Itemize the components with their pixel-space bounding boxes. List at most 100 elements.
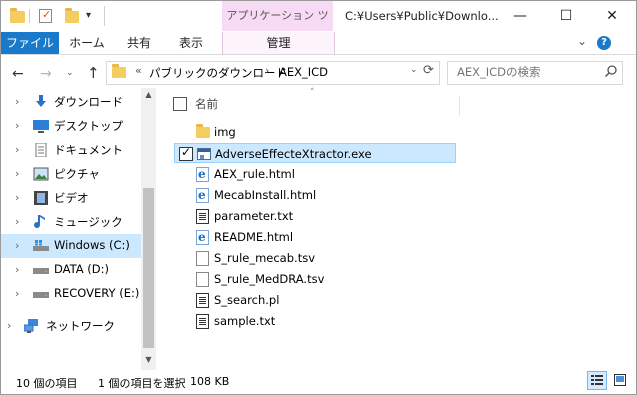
separator [104, 6, 105, 26]
text-file-icon [196, 209, 209, 224]
details-view-icon [591, 375, 603, 385]
search-box[interactable] [447, 61, 623, 85]
nav-item-music[interactable]: › ミュージック [1, 210, 141, 234]
status-selected-size: 108 KB [190, 375, 230, 388]
expand-chevron-icon[interactable]: › [15, 191, 19, 204]
expand-chevron-icon[interactable]: › [15, 119, 19, 132]
tab-file[interactable]: ファイル [1, 32, 59, 54]
html-file-icon [196, 167, 209, 182]
drive-icon [33, 268, 49, 274]
search-input[interactable] [457, 65, 597, 79]
column-divider[interactable] [459, 96, 460, 116]
file-name: parameter.txt [214, 209, 294, 223]
expand-ribbon-icon[interactable]: ⌄ [577, 34, 587, 48]
file-row-adverseeffectextractor[interactable]: AdverseEffecteXtractor.exe [174, 143, 456, 163]
select-all-checkbox[interactable] [173, 97, 187, 111]
script-file-icon [196, 293, 209, 308]
column-header-name[interactable]: 名前 [195, 96, 218, 112]
nav-label: ピクチャ [54, 167, 100, 181]
nav-label: DATA (D:) [54, 262, 109, 276]
row-checkbox[interactable] [179, 145, 193, 161]
expand-chevron-icon[interactable]: › [15, 215, 19, 228]
large-icons-view-button[interactable] [610, 371, 630, 390]
nav-item-desktop[interactable]: › デスクトップ [1, 114, 141, 138]
sort-up-icon: ˄ [310, 88, 315, 98]
address-bar[interactable]: « パブリックのダウンロード › AEX_ICD ⌄ ⟳ [106, 61, 440, 85]
file-row-readme[interactable]: README.html [174, 227, 456, 247]
file-name: img [214, 125, 236, 139]
nav-item-windows-c[interactable]: › Windows (C:) [1, 234, 141, 258]
file-name: AEX_rule.html [214, 167, 295, 181]
expand-chevron-icon[interactable]: › [15, 263, 19, 276]
nav-item-network[interactable]: › ネットワーク [1, 314, 141, 338]
breadcrumb-separator-icon[interactable]: › [265, 64, 269, 77]
address-dropdown-icon[interactable]: ⌄ [410, 65, 418, 75]
status-item-count: 10 個の項目 [16, 377, 78, 390]
file-name: S_search.pl [214, 293, 280, 307]
help-icon[interactable]: ? [597, 36, 611, 50]
blank-file-icon [196, 272, 209, 287]
refresh-button[interactable]: ⟳ [423, 63, 434, 78]
file-row-s-rule-meddra[interactable]: S_rule_MedDRA.tsv [174, 269, 456, 289]
file-row-parameter[interactable]: parameter.txt [174, 206, 456, 226]
desktop-icon [33, 120, 49, 133]
tab-home[interactable]: ホーム [67, 32, 107, 54]
file-row-s-search[interactable]: S_search.pl [174, 290, 456, 310]
videos-icon [34, 191, 48, 205]
expand-chevron-icon[interactable]: › [15, 95, 19, 108]
properties-icon[interactable]: ✓ [39, 8, 52, 23]
window-title: C:¥Users¥Public¥Downlo... [345, 9, 499, 23]
nav-item-recovery-e[interactable]: › RECOVERY (E:) [1, 282, 141, 306]
tab-share[interactable]: 共有 [121, 32, 157, 54]
application-icon [197, 148, 211, 160]
expand-chevron-icon[interactable]: › [15, 167, 19, 180]
nav-item-data-d[interactable]: › DATA (D:) [1, 258, 141, 282]
expand-chevron-icon[interactable]: › [15, 239, 19, 252]
file-name: sample.txt [214, 314, 276, 328]
blank-file-icon [196, 251, 209, 266]
nav-item-downloads[interactable]: › ダウンロード [1, 90, 141, 114]
expand-chevron-icon[interactable]: › [15, 287, 19, 300]
new-folder-icon[interactable] [65, 8, 79, 23]
file-row-img[interactable]: img [174, 122, 456, 142]
nav-label: RECOVERY (E:) [54, 286, 140, 300]
breadcrumb-aex-icd[interactable]: AEX_ICD [279, 65, 328, 79]
file-name: README.html [214, 230, 294, 244]
scroll-up-arrow-icon[interactable]: ▲ [141, 90, 156, 99]
html-file-icon [196, 230, 209, 245]
file-row-sample[interactable]: sample.txt [174, 311, 456, 331]
nav-item-pictures[interactable]: › ピクチャ [1, 162, 141, 186]
customize-quick-access-icon[interactable]: ▾ [86, 10, 91, 21]
details-view-button[interactable] [587, 371, 607, 390]
nav-label: ダウンロード [54, 95, 123, 109]
file-row-mecabinstall[interactable]: MecabInstall.html [174, 185, 456, 205]
maximize-button[interactable]: ☐ [543, 1, 589, 31]
expand-chevron-icon[interactable]: › [7, 319, 11, 332]
tab-manage[interactable]: 管理 [222, 32, 335, 54]
large-icons-view-icon [614, 374, 626, 386]
search-icon[interactable] [604, 64, 618, 78]
file-name: MecabInstall.html [214, 188, 317, 202]
back-button[interactable]: ← [12, 66, 24, 82]
nav-item-documents[interactable]: › ドキュメント [1, 138, 141, 162]
folder-icon [10, 8, 25, 23]
text-file-icon [196, 314, 209, 329]
nav-item-videos[interactable]: › ビデオ [1, 186, 141, 210]
file-row-aex-rule[interactable]: AEX_rule.html [174, 164, 456, 184]
scroll-thumb[interactable] [143, 188, 154, 348]
overflow-chevron-icon[interactable]: « [135, 64, 142, 77]
up-button[interactable]: ↑ [87, 64, 100, 82]
scroll-down-arrow-icon[interactable]: ▼ [141, 355, 156, 364]
close-button[interactable]: ✕ [589, 1, 635, 31]
tab-view[interactable]: 表示 [173, 32, 209, 54]
pictures-icon [33, 167, 49, 181]
file-name: S_rule_MedDRA.tsv [214, 272, 325, 286]
separator [29, 9, 30, 23]
minimize-button[interactable]: — [497, 1, 543, 31]
navigation-pane: › ダウンロード › デスクトップ › ドキュメント › ピクチャ › ビデオ … [1, 88, 156, 370]
recent-locations-button[interactable]: ⌄ [66, 68, 74, 78]
forward-button[interactable]: → [40, 66, 52, 82]
expand-chevron-icon[interactable]: › [15, 143, 19, 156]
file-row-s-rule-mecab[interactable]: S_rule_mecab.tsv [174, 248, 456, 268]
documents-icon [35, 143, 47, 157]
